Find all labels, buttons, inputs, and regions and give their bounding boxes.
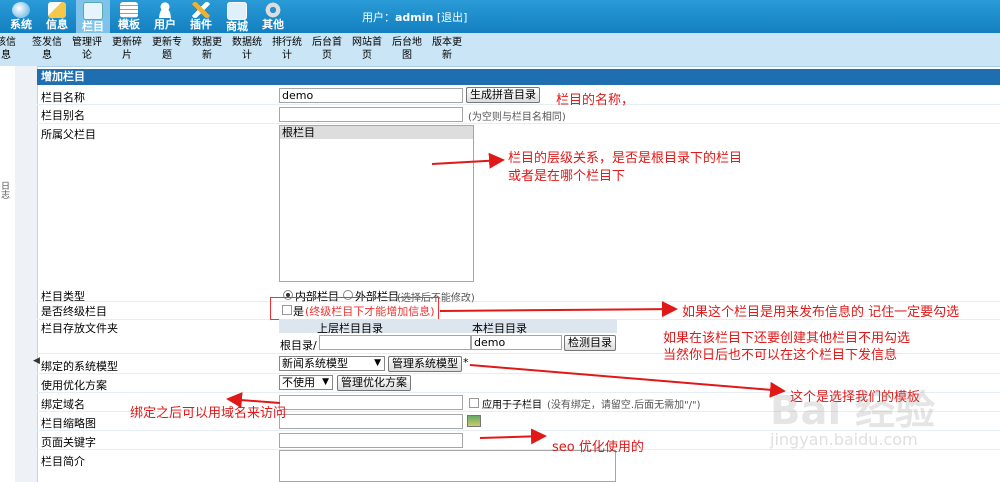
optimize-select[interactable]: 不使用 ▼ <box>279 375 333 390</box>
subnav-admin-home[interactable]: 后台首页 <box>307 36 347 62</box>
subnav-data-update[interactable]: 数据更新 <box>187 36 227 62</box>
sub-nav-bar: 核信息 签发信息 管理评论 更新碎片 更新专题 数据更新 数据统计 排行统计 后… <box>0 33 1000 67</box>
subnav-comments[interactable]: 管理评论 <box>67 36 107 62</box>
annotation-seo: seo 优化使用的 <box>552 440 644 455</box>
parent-folder-input[interactable] <box>319 335 471 350</box>
subnav-ranking[interactable]: 排行统计 <box>267 36 307 62</box>
subnav-topics[interactable]: 更新专题 <box>147 36 187 62</box>
subnav-version[interactable]: 版本更新 <box>427 36 467 62</box>
manage-optimize-button[interactable]: 管理优化方案 <box>337 375 411 391</box>
user-info: 用户：admin [退出] <box>362 11 468 24</box>
annotation-parent-1: 栏目的层级关系，是否是根目录下的栏目 <box>508 151 743 166</box>
gear-icon <box>264 2 282 18</box>
generate-pinyin-button[interactable]: 生成拼音目录 <box>466 87 540 103</box>
nav-shop[interactable]: 商城 <box>220 0 254 33</box>
top-nav-bar: 系统 信息 栏目 模板 用户 插件 商城 其他 用户：admin [退出] <box>0 0 1000 33</box>
panel-splitter[interactable]: ◀ <box>15 66 40 482</box>
globe-icon <box>12 2 30 18</box>
folder-input[interactable]: demo <box>471 335 562 350</box>
check-folder-button[interactable]: 检测目录 <box>564 335 616 351</box>
nav-template[interactable]: 模板 <box>112 0 146 33</box>
subnav-sign[interactable]: 签发信息 <box>27 36 67 62</box>
nav-column[interactable]: 栏目 <box>76 0 110 33</box>
thumb-input[interactable] <box>279 414 463 429</box>
annotation-name: 栏目的名称， <box>556 93 635 108</box>
shop-icon <box>227 2 247 20</box>
annotation-domain: 绑定之后可以用域名来访问 <box>130 406 287 421</box>
apply-children-checkbox[interactable] <box>469 398 479 408</box>
user-icon <box>156 2 174 18</box>
subnav-site-home[interactable]: 网站首页 <box>347 36 387 62</box>
subnav-fragments[interactable]: 更新碎片 <box>107 36 147 62</box>
watermark-logo: Bai 经验 <box>770 388 936 434</box>
nav-info[interactable]: 信息 <box>40 0 74 33</box>
folder-header: 上层栏目目录 本栏目目录 <box>279 319 617 335</box>
alias-input[interactable] <box>279 107 463 122</box>
subnav-data-stats[interactable]: 数据统计 <box>227 36 267 62</box>
nav-user[interactable]: 用户 <box>148 0 182 33</box>
keywords-input[interactable] <box>279 433 463 448</box>
dropdown-arrow-icon: ▼ <box>374 358 381 368</box>
model-select[interactable]: 新闻系统模型 ▼ <box>279 356 385 371</box>
domain-input[interactable] <box>279 395 463 410</box>
row-column-name: 栏目名称 demo 生成拼音目录 <box>37 87 1000 105</box>
template-icon <box>120 2 138 18</box>
annotation-terminal: 如果这个栏目是用来发布信息的 记住一定要勾选 <box>682 305 960 320</box>
parent-option-root[interactable]: 根栏目 <box>280 126 473 139</box>
username: admin <box>395 11 434 24</box>
annotation-parent-2: 或者是在哪个栏目下 <box>508 169 626 184</box>
image-picker-icon[interactable] <box>467 415 481 427</box>
nav-other[interactable]: 其他 <box>256 0 290 33</box>
nav-system[interactable]: 系统 <box>4 0 38 33</box>
folder-icon <box>83 2 103 20</box>
form-header: 增加栏目 <box>37 69 1000 85</box>
plugin-icon <box>192 2 210 18</box>
row-type: 栏目类型 内部栏目 外部栏目 (选择后不能修改) <box>37 287 1000 304</box>
parent-listbox[interactable]: 根栏目 <box>279 125 474 282</box>
row-alias: 栏目别名 (为空则与栏目名相同) <box>37 105 1000 124</box>
nav-plugin[interactable]: 插件 <box>184 0 218 33</box>
left-panel: 日志 <box>0 66 16 482</box>
pencil-icon <box>48 2 66 18</box>
row-intro: 栏目简介 <box>37 450 1000 482</box>
column-name-input[interactable]: demo <box>279 88 463 103</box>
manage-model-button[interactable]: 管理系统模型 <box>388 356 462 372</box>
annotation-subcolumn-2: 当然你日后也不可以在这个栏目下发信息 <box>663 348 898 363</box>
dropdown-arrow-icon: ▼ <box>322 377 329 387</box>
subnav-audit[interactable]: 核信息 <box>0 36 26 62</box>
left-panel-label: 日志 <box>0 181 9 199</box>
subnav-admin-map[interactable]: 后台地图 <box>387 36 427 62</box>
terminal-checkbox[interactable] <box>282 305 292 315</box>
watermark-url: jingyan.baidu.com <box>770 430 918 449</box>
logout-link[interactable]: [退出] <box>437 11 468 24</box>
